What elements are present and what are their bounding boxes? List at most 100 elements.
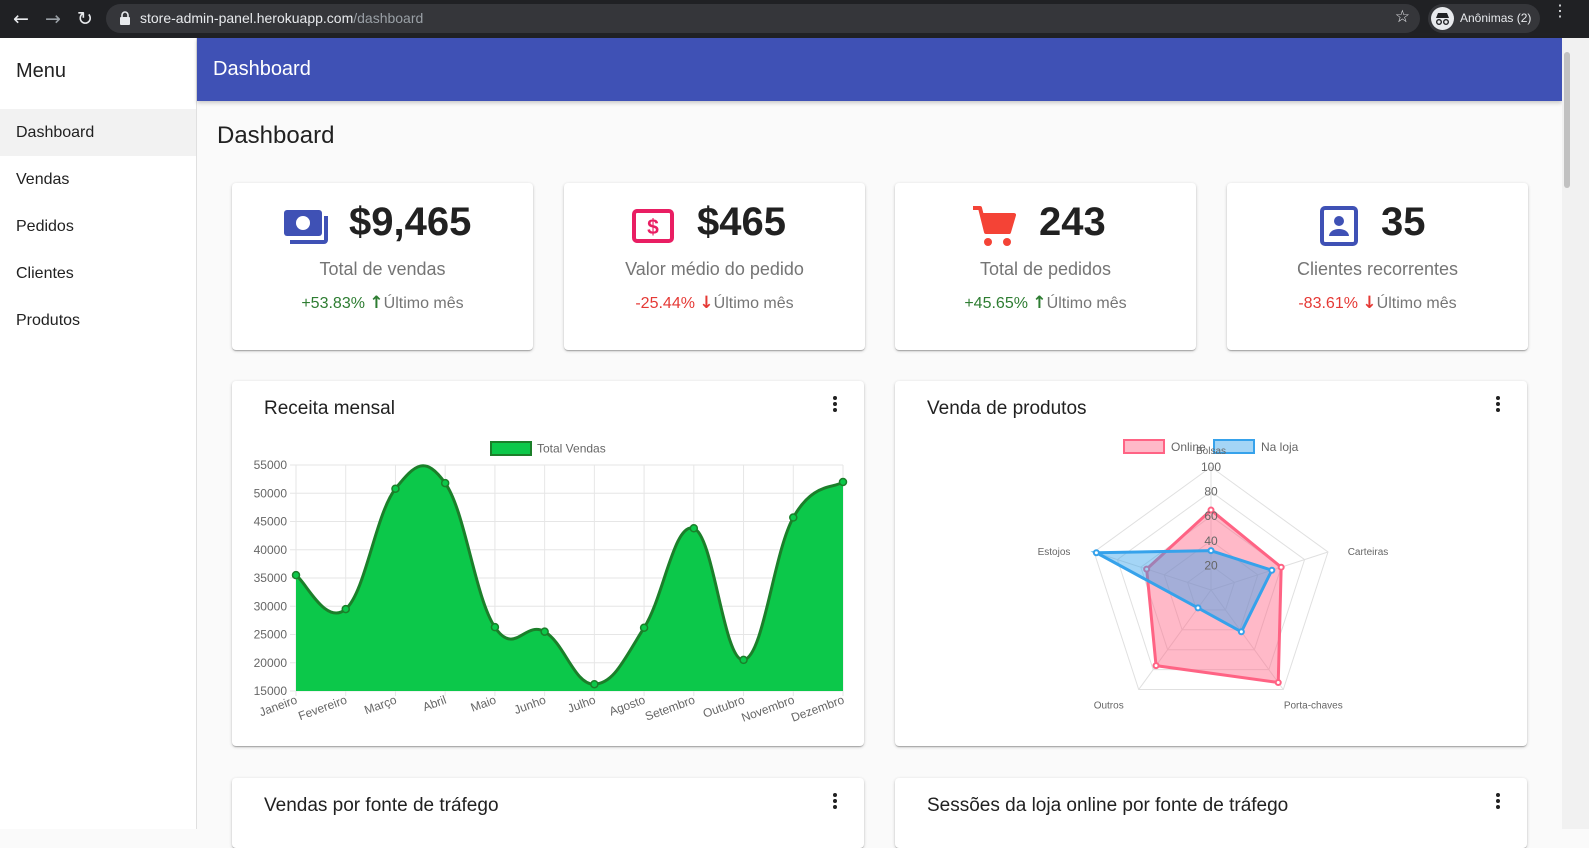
- stat-value: 243: [1039, 200, 1106, 244]
- stat-label: Clientes recorrentes: [1296, 259, 1459, 279]
- axis-label: Bolsas: [1196, 446, 1226, 457]
- stat-card-returning-customers: 35 Clientes recorrentes -83.61% ↓Último …: [1227, 183, 1528, 350]
- data-point: [838, 477, 848, 487]
- data-point: [1152, 662, 1160, 670]
- y-tick-label: 45000: [254, 515, 288, 529]
- data-point: [1274, 679, 1282, 687]
- incognito-icon: [1431, 7, 1454, 30]
- card-title: Vendas por fonte de tráfego: [264, 795, 499, 816]
- y-tick-label: 50000: [254, 486, 288, 500]
- stat-value: 35: [1381, 200, 1426, 244]
- x-tick-label: Julho: [566, 693, 598, 716]
- product-sales-card: Venda de produtos Online Na loja 20 40 60 80 1…: [895, 381, 1527, 746]
- bookmark-star-icon[interactable]: ☆: [1395, 7, 1410, 27]
- axis-label: Estojos: [1038, 547, 1071, 558]
- stat-trend: +53.83% ↑Último mês: [232, 293, 533, 313]
- x-tick-label: Abril: [421, 693, 448, 714]
- revenue-chart-card: Receita mensal Total Vendas 15000 20000 250…: [232, 381, 864, 746]
- stat-trend: -83.61% ↓Último mês: [1227, 293, 1528, 313]
- data-point: [689, 524, 699, 533]
- data-point: [1237, 628, 1245, 636]
- stat-period: Último mês: [713, 295, 794, 312]
- app-bar-title: Dashboard: [213, 58, 311, 80]
- stat-period: Último mês: [1046, 295, 1127, 312]
- arrow-up-icon: ↑: [1032, 293, 1047, 313]
- stat-period: Último mês: [1376, 295, 1457, 312]
- sidebar-item-dashboard[interactable]: Dashboard: [0, 109, 196, 156]
- x-tick-label: Setembro: [643, 693, 697, 724]
- forward-icon[interactable]: →: [41, 7, 65, 31]
- data-point: [1277, 563, 1285, 571]
- arrow-up-icon: ↑: [369, 293, 384, 313]
- data-point: [291, 570, 301, 580]
- svg-text:$: $: [647, 216, 659, 239]
- sidebar: Menu Dashboard Vendas Pedidos Clientes P…: [0, 38, 197, 829]
- y-tick-label: 55000: [254, 458, 288, 472]
- sidebar-item-vendas[interactable]: Vendas: [0, 156, 196, 203]
- browser-menu-icon[interactable]: ⋮: [1552, 4, 1568, 20]
- stat-period: Último mês: [383, 295, 464, 312]
- x-tick-label: Fevereiro: [296, 693, 349, 724]
- legend-swatch: [490, 441, 532, 456]
- stat-label: Total de vendas: [319, 259, 446, 279]
- money-icon: [284, 210, 328, 244]
- data-point: [789, 513, 798, 522]
- contact-icon: [1320, 206, 1358, 246]
- sidebar-item-pedidos[interactable]: Pedidos: [0, 203, 196, 250]
- x-tick-label: Junho: [512, 693, 548, 717]
- menu-title: Menu: [16, 60, 67, 82]
- data-point: [440, 478, 450, 488]
- data-point: [1207, 547, 1215, 555]
- data-point: [1268, 566, 1276, 574]
- stat-trend: -25.44% ↓Último mês: [564, 293, 865, 313]
- data-point: [1194, 604, 1202, 612]
- more-vert-icon[interactable]: [1493, 793, 1503, 813]
- back-icon[interactable]: ←: [9, 7, 33, 31]
- sidebar-item-produtos[interactable]: Produtos: [0, 297, 196, 344]
- stat-change: -25.44%: [635, 295, 695, 312]
- address-bar[interactable]: store-admin-panel.herokuapp.com/dashboar…: [106, 4, 1420, 33]
- arrow-down-icon: ↓: [699, 293, 714, 313]
- y-tick-label: 30000: [254, 599, 288, 613]
- x-tick-label: Maio: [469, 693, 499, 715]
- traffic-sales-card: Vendas por fonte de tráfego: [232, 778, 864, 848]
- profile-label: Anônimas (2): [1460, 11, 1532, 25]
- more-vert-icon[interactable]: [830, 793, 840, 813]
- sidebar-item-clientes[interactable]: Clientes: [0, 250, 196, 297]
- revenue-chart: Total Vendas 15000 20000 25000 30000 35000 400…: [254, 441, 848, 725]
- data-point: [490, 622, 500, 632]
- axis-label: Porta-chaves: [1284, 701, 1343, 712]
- legend-swatch: [1123, 439, 1165, 454]
- app-bar: Dashboard: [197, 38, 1562, 101]
- reload-icon[interactable]: ↻: [73, 7, 97, 31]
- scrollbar-thumb[interactable]: [1564, 52, 1570, 188]
- sidebar-menu: Dashboard Vendas Pedidos Clientes Produt…: [0, 109, 196, 344]
- x-tick-label: Agosto: [607, 693, 647, 719]
- legend-label: Na loja: [1261, 440, 1299, 454]
- r-tick-label: 40: [1204, 534, 1218, 548]
- stat-label: Valor médio do pedido: [625, 259, 804, 279]
- y-tick-label: 40000: [254, 543, 288, 557]
- y-tick-label: 25000: [254, 628, 288, 642]
- stat-trend: +45.65% ↑Último mês: [895, 293, 1196, 313]
- profile-button[interactable]: Anônimas (2): [1428, 4, 1540, 33]
- sessions-card: Sessões da loja online por fonte de tráf…: [895, 778, 1527, 848]
- stat-card-average-order: $ $465 Valor médio do pedido -25.44% ↓Úl…: [564, 183, 865, 350]
- stat-card-total-sales: $9,465 Total de vendas +53.83% ↑Último m…: [232, 183, 533, 350]
- data-point: [1092, 549, 1100, 557]
- y-tick-label: 20000: [254, 656, 288, 670]
- r-tick-label: 20: [1204, 558, 1218, 572]
- browser-toolbar: ← → ↻ store-admin-panel.herokuapp.com/da…: [0, 0, 1589, 38]
- cart-icon: [973, 206, 1016, 246]
- stat-change: -83.61%: [1298, 295, 1358, 312]
- stat-change: +53.83%: [301, 295, 365, 312]
- product-radar-chart: Online Na loja20406080100BolsasCarteirasP…: [1038, 439, 1388, 712]
- stat-card-total-orders: 243 Total de pedidos +45.65% ↑Último mês: [895, 183, 1196, 350]
- axis-label: Outros: [1094, 701, 1124, 712]
- dollar-icon: $: [632, 209, 674, 243]
- r-tick-label: 80: [1204, 485, 1218, 499]
- legend-label: Total Vendas: [537, 442, 606, 456]
- page-title: Dashboard: [217, 122, 335, 149]
- y-tick-label: 15000: [254, 684, 288, 698]
- stat-label: Total de pedidos: [979, 259, 1112, 279]
